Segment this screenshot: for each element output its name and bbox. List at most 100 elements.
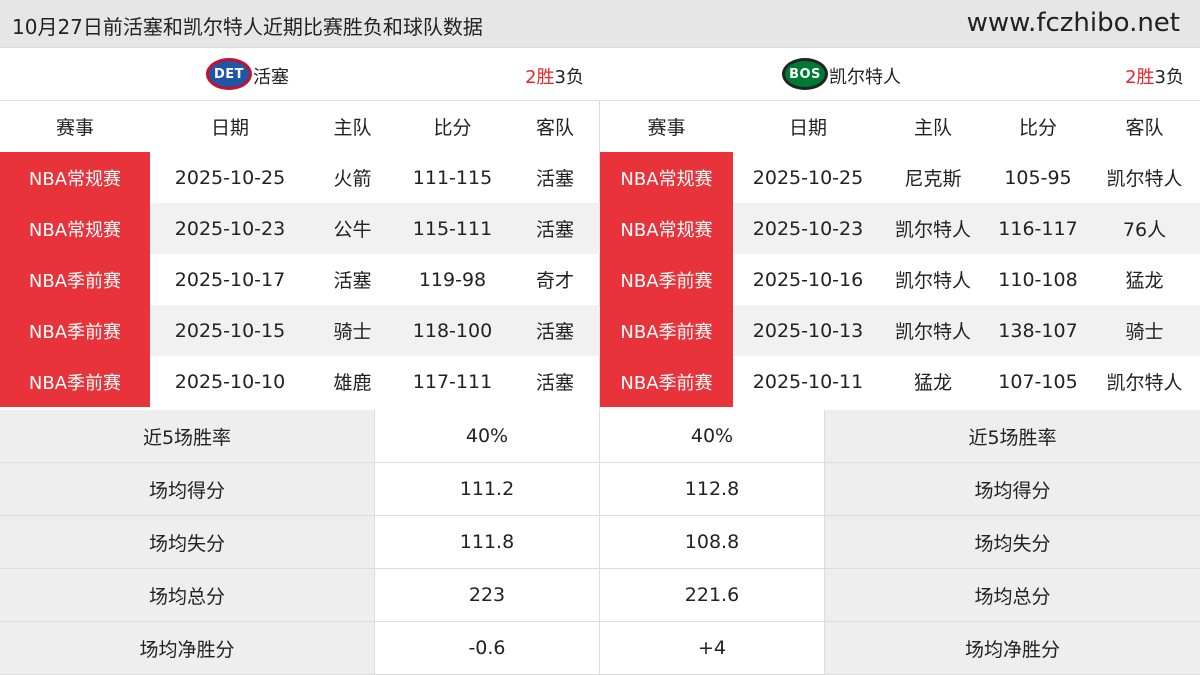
away-team: 活塞 xyxy=(535,219,574,241)
table-row[interactable]: NBA常规赛 2025-10-23 凯尔特人 116-117 76人 xyxy=(600,203,1200,254)
stat-label: 近5场胜率 xyxy=(0,410,375,462)
stat-left-value: 111.2 xyxy=(375,463,600,515)
stat-label: 场均总分 xyxy=(825,569,1200,621)
home-team: 凯尔特人 xyxy=(894,219,971,241)
game-date: 2025-10-23 xyxy=(174,217,286,240)
table-row[interactable]: NBA季前赛 2025-10-10 雄鹿 117-111 活塞 xyxy=(0,356,600,407)
col-home: 主队 xyxy=(913,117,952,139)
game-date: 2025-10-11 xyxy=(752,370,864,393)
col-score: 比分 xyxy=(433,117,472,139)
home-team: 公牛 xyxy=(333,219,372,241)
event-badge: NBA常规赛 xyxy=(0,203,150,254)
stats-row: 场均得分 111.2 112.8 场均得分 xyxy=(0,463,1200,516)
game-date: 2025-10-10 xyxy=(174,370,286,393)
col-event: 赛事 xyxy=(647,117,686,139)
losses: 3负 xyxy=(1154,67,1184,88)
away-team: 活塞 xyxy=(535,168,574,190)
game-score: 138-107 xyxy=(998,319,1078,342)
stat-right-value: +4 xyxy=(600,622,825,674)
stats-table: 近5场胜率 40% 40% 近5场胜率 场均得分 111.2 112.8 场均得… xyxy=(0,410,1200,675)
game-date: 2025-10-25 xyxy=(752,166,864,189)
stat-label: 近5场胜率 xyxy=(825,410,1200,462)
stat-label: 场均失分 xyxy=(825,516,1200,568)
event-badge: NBA常规赛 xyxy=(0,152,150,203)
table-header: 赛事 日期 主队 比分 客队 xyxy=(600,101,1200,152)
home-team: 雄鹿 xyxy=(333,372,372,394)
table-row[interactable]: NBA季前赛 2025-10-13 凯尔特人 138-107 骑士 xyxy=(600,305,1200,356)
game-date: 2025-10-16 xyxy=(752,268,864,291)
home-team: 凯尔特人 xyxy=(894,321,971,343)
stat-left-value: 40% xyxy=(375,410,600,462)
table-row[interactable]: NBA季前赛 2025-10-11 猛龙 107-105 凯尔特人 xyxy=(600,356,1200,407)
home-team: 尼克斯 xyxy=(904,168,962,190)
home-team: 猛龙 xyxy=(913,372,952,394)
stat-left-value: -0.6 xyxy=(375,622,600,674)
stat-label: 场均净胜分 xyxy=(0,622,375,674)
stat-label: 场均失分 xyxy=(0,516,375,568)
game-date: 2025-10-23 xyxy=(752,217,864,240)
home-team: 火箭 xyxy=(333,168,372,190)
table-row[interactable]: NBA常规赛 2025-10-25 尼克斯 105-95 凯尔特人 xyxy=(600,152,1200,203)
event-badge: NBA季前赛 xyxy=(0,356,150,407)
team-logo-icon: DET xyxy=(206,58,252,90)
event-badge: NBA常规赛 xyxy=(600,152,733,203)
event-badge: NBA常规赛 xyxy=(600,203,733,254)
home-team: 凯尔特人 xyxy=(894,270,971,292)
stat-left-value: 111.8 xyxy=(375,516,600,568)
col-score: 比分 xyxy=(1018,117,1057,139)
right-team-panel: BOS 凯尔特人 2胜3负 赛事 日期 主队 比分 客队 NBA常规赛 2025… xyxy=(600,48,1200,409)
stat-label: 场均净胜分 xyxy=(825,622,1200,674)
stat-left-value: 223 xyxy=(375,569,600,621)
game-score: 115-111 xyxy=(412,217,493,240)
stat-label: 场均总分 xyxy=(0,569,375,621)
stat-right-value: 221.6 xyxy=(600,569,825,621)
away-team: 76人 xyxy=(1122,219,1167,241)
away-team: 猛龙 xyxy=(1125,270,1164,292)
game-date: 2025-10-17 xyxy=(174,268,286,291)
away-team: 活塞 xyxy=(535,321,574,343)
away-team: 凯尔特人 xyxy=(1106,168,1183,190)
game-score: 105-95 xyxy=(1004,166,1072,189)
col-event: 赛事 xyxy=(55,117,94,139)
table-row[interactable]: NBA季前赛 2025-10-17 活塞 119-98 奇才 xyxy=(0,254,600,305)
event-badge: NBA季前赛 xyxy=(600,254,733,305)
table-row[interactable]: NBA常规赛 2025-10-25 火箭 111-115 活塞 xyxy=(0,152,600,203)
team-record: 2胜3负 xyxy=(1125,63,1184,89)
col-home: 主队 xyxy=(333,117,372,139)
page-title: 10月27日前活塞和凯尔特人近期比赛胜负和球队数据 xyxy=(12,15,483,39)
col-date: 日期 xyxy=(788,117,827,139)
stat-right-value: 108.8 xyxy=(600,516,825,568)
team-record: 2胜3负 xyxy=(525,63,584,89)
team-name[interactable]: 凯尔特人 xyxy=(829,63,901,89)
table-header: 赛事 日期 主队 比分 客队 xyxy=(0,101,600,152)
table-row[interactable]: NBA季前赛 2025-10-15 骑士 118-100 活塞 xyxy=(0,305,600,356)
home-team: 活塞 xyxy=(333,270,372,292)
away-team: 凯尔特人 xyxy=(1106,372,1183,394)
game-date: 2025-10-25 xyxy=(174,166,286,189)
away-team: 骑士 xyxy=(1125,321,1164,343)
event-badge: NBA季前赛 xyxy=(0,254,150,305)
home-team: 骑士 xyxy=(333,321,372,343)
losses: 3负 xyxy=(554,67,584,88)
site-url[interactable]: www.fczhibo.net xyxy=(967,8,1180,38)
stat-label: 场均得分 xyxy=(825,463,1200,515)
table-row[interactable]: NBA常规赛 2025-10-23 公牛 115-111 活塞 xyxy=(0,203,600,254)
team-name[interactable]: 活塞 xyxy=(253,63,289,89)
team-header: DET 活塞 2胜3负 xyxy=(0,48,600,101)
team-header: BOS 凯尔特人 2胜3负 xyxy=(600,48,1200,101)
game-score: 117-111 xyxy=(412,370,493,393)
event-badge: NBA季前赛 xyxy=(600,305,733,356)
col-date: 日期 xyxy=(210,117,249,139)
wins: 2胜 xyxy=(525,67,555,88)
table-row[interactable]: NBA季前赛 2025-10-16 凯尔特人 110-108 猛龙 xyxy=(600,254,1200,305)
stat-label: 场均得分 xyxy=(0,463,375,515)
stat-right-value: 40% xyxy=(600,410,825,462)
event-badge: NBA季前赛 xyxy=(0,305,150,356)
game-date: 2025-10-13 xyxy=(752,319,864,342)
team-logo-icon: BOS xyxy=(782,58,828,90)
game-score: 116-117 xyxy=(998,217,1078,240)
stat-right-value: 112.8 xyxy=(600,463,825,515)
away-team: 活塞 xyxy=(535,372,574,394)
event-badge: NBA季前赛 xyxy=(600,356,733,407)
game-score: 111-115 xyxy=(412,166,493,189)
